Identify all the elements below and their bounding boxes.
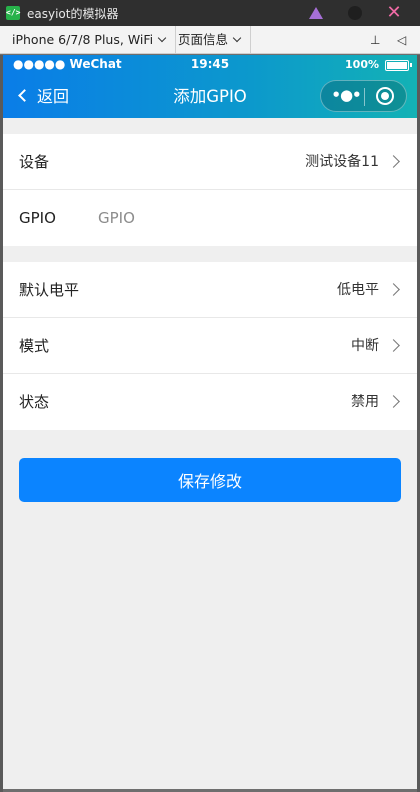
device-select-label: iPhone 6/7/8 Plus, WiFi — [12, 32, 154, 47]
gpio-label: GPIO — [19, 209, 56, 227]
battery-icon — [385, 60, 412, 71]
close-window-icon[interactable]: ✕ — [386, 4, 402, 22]
pin-window-icon[interactable] — [308, 5, 324, 21]
save-button[interactable]: 保存修改 — [19, 458, 401, 502]
device-label: 设备 — [19, 153, 50, 171]
capsule-divider — [364, 88, 365, 106]
battery-percent: 100% — [345, 58, 379, 71]
pin-icon[interactable]: ⊥ — [370, 33, 380, 47]
state-row[interactable]: 状态 禁用 — [3, 374, 417, 430]
sound-icon[interactable]: ◁ — [397, 33, 406, 47]
window-title: easyiot的模拟器 — [27, 7, 119, 21]
form-group-settings: 默认电平 低电平 模式 中断 状态 禁用 — [3, 262, 417, 430]
status-bar: ●●●●● WeChat 19:45 100% — [3, 55, 417, 75]
miniprogram-capsule: •●• — [320, 80, 407, 112]
page-info-label: 页面信息 — [178, 32, 229, 47]
default-level-row[interactable]: 默认电平 低电平 — [3, 262, 417, 318]
state-label: 状态 — [19, 393, 50, 411]
default-level-value: 低电平 — [337, 282, 379, 298]
device-select[interactable]: iPhone 6/7/8 Plus, WiFi — [6, 26, 177, 53]
device-row[interactable]: 设备 测试设备11 — [3, 134, 417, 190]
minimize-icon[interactable] — [347, 5, 363, 21]
gpio-input[interactable] — [98, 204, 358, 232]
chevron-down-icon — [157, 33, 167, 43]
state-value: 禁用 — [351, 394, 379, 410]
mode-row[interactable]: 模式 中断 — [3, 318, 417, 374]
chevron-down-icon — [232, 33, 242, 43]
chevron-right-icon — [387, 155, 400, 168]
simulator-toolbar: iPhone 6/7/8 Plus, WiFi 页面信息 ⊥ ◁ — [0, 26, 420, 54]
miniprogram-close-icon[interactable] — [376, 87, 394, 105]
more-menu-icon[interactable]: •●• — [331, 81, 361, 111]
phone-screen: ●●●●● WeChat 19:45 100% 返回 添加GPIO •●• 设备… — [3, 55, 417, 789]
page-info-select[interactable]: 页面信息 — [172, 26, 252, 53]
device-value: 测试设备11 — [305, 154, 379, 170]
app-logo-icon: </> — [6, 6, 20, 20]
chevron-right-icon — [387, 395, 400, 408]
window-titlebar: </> easyiot的模拟器 ✕ — [0, 0, 420, 26]
chevron-right-icon — [387, 283, 400, 296]
navigation-bar: ●●●●● WeChat 19:45 100% 返回 添加GPIO •●• — [3, 55, 417, 118]
default-level-label: 默认电平 — [19, 281, 80, 299]
mode-label: 模式 — [19, 337, 50, 355]
gpio-row: GPIO — [3, 190, 417, 246]
form-group-device: 设备 测试设备11 GPIO — [3, 134, 417, 246]
chevron-right-icon — [387, 339, 400, 352]
mode-value: 中断 — [351, 338, 379, 354]
